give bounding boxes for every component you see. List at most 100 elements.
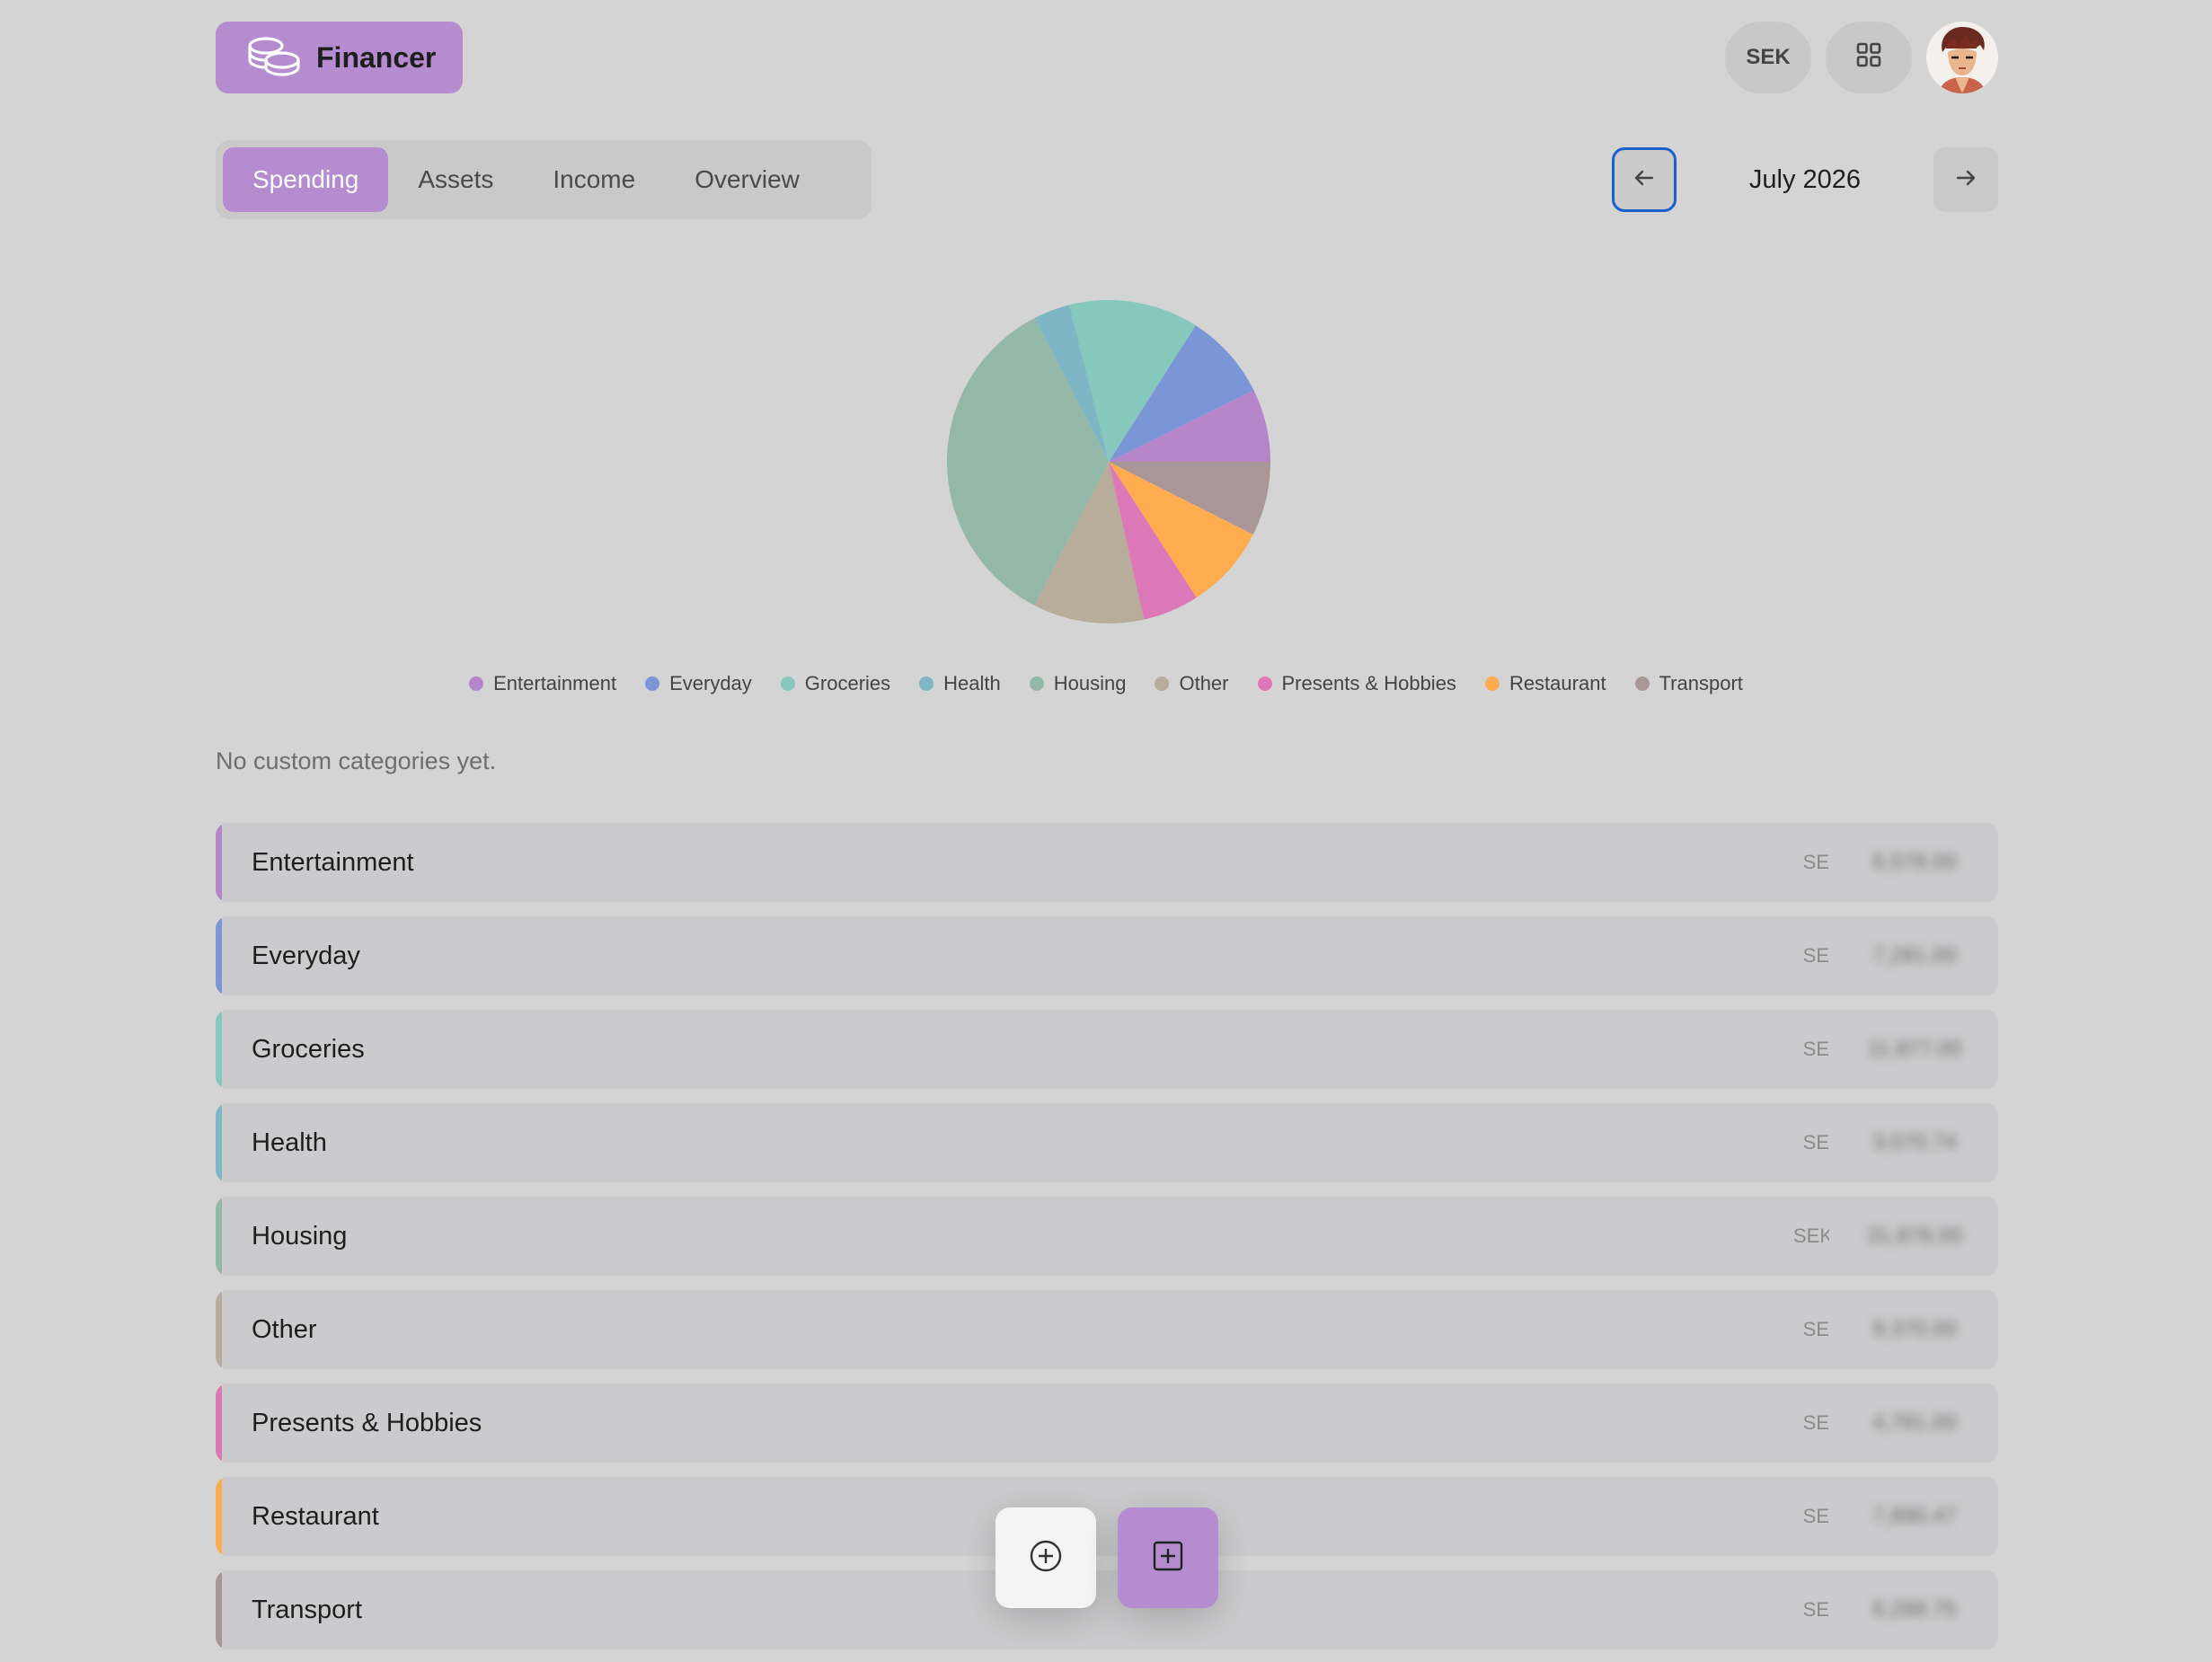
category-amount: SE 6,288.75	[1793, 1597, 1973, 1622]
amount-currency: SE	[1802, 1038, 1829, 1060]
coins-icon	[246, 35, 302, 81]
amount-value-blurred: 7,890.47	[1872, 1504, 1957, 1528]
category-name: Other	[252, 1314, 317, 1344]
amount-value-blurred: 6,578.00	[1872, 850, 1957, 874]
category-name: Health	[252, 1127, 327, 1157]
legend-item[interactable]: Presents & Hobbies	[1257, 672, 1456, 695]
category-color-bar	[216, 1477, 222, 1556]
category-color-bar	[216, 1010, 222, 1089]
legend-item[interactable]: Restaurant	[1484, 672, 1606, 695]
amount-currency: SE	[1802, 1318, 1829, 1340]
user-avatar[interactable]	[1926, 22, 1998, 93]
amount-currency: SE	[1802, 1411, 1829, 1434]
category-row[interactable]: Health SE 3,070.74	[216, 1103, 1998, 1182]
header-controls: SEK	[1725, 22, 1998, 93]
legend-label: Restaurant	[1509, 672, 1606, 694]
category-amount: SE 7,890.47	[1793, 1504, 1973, 1529]
arrow-left-icon	[1632, 165, 1657, 195]
add-transaction-button[interactable]	[995, 1507, 1096, 1608]
amount-value-blurred: 7,281.00	[1872, 943, 1957, 968]
amount-currency: SE	[1802, 1505, 1829, 1527]
plus-square-icon	[1150, 1538, 1186, 1578]
category-row[interactable]: Everyday SE 7,281.00	[216, 916, 1998, 995]
legend-label: Housing	[1053, 672, 1127, 694]
category-row[interactable]: Restaurant SE 7,890.47	[216, 1477, 1998, 1556]
legend-item[interactable]: Everyday	[645, 672, 752, 695]
next-month-button[interactable]	[1933, 147, 1998, 212]
category-row[interactable]: Presents & Hobbies SE 4,781.00	[216, 1384, 1998, 1463]
category-color-bar	[216, 1197, 222, 1276]
category-amount: SE 6,578.00	[1793, 850, 1973, 875]
category-name: Entertainment	[252, 847, 414, 877]
app-name: Financer	[316, 40, 437, 74]
amount-currency: SE	[1802, 944, 1829, 967]
tab-assets[interactable]: Assets	[388, 147, 523, 212]
apps-grid-button[interactable]	[1826, 22, 1912, 93]
legend-swatch	[1155, 676, 1170, 691]
tab-spending[interactable]: Spending	[223, 147, 389, 212]
category-amount: SE 9,370.00	[1793, 1317, 1973, 1342]
legend-label: Presents & Hobbies	[1281, 672, 1456, 694]
category-list: Entertainment SE 6,578.00 Everyday SE 7,281.0…	[216, 823, 1998, 1662]
add-category-button[interactable]	[1118, 1507, 1218, 1608]
legend-swatch	[645, 676, 660, 691]
legend-item[interactable]: Housing	[1029, 672, 1127, 695]
section-tabs: Spending Assets Income Overview	[216, 140, 872, 219]
legend-label: Entertainment	[493, 672, 617, 694]
category-amount: SE 3,070.74	[1793, 1130, 1973, 1155]
amount-currency: SEK	[1793, 1224, 1829, 1247]
legend-item[interactable]: Health	[919, 672, 1001, 695]
category-color-bar	[216, 1570, 222, 1649]
legend-label: Other	[1179, 672, 1229, 694]
category-color-bar	[216, 1384, 222, 1463]
category-row[interactable]: Housing SEK 31,876.00	[216, 1197, 1998, 1276]
legend-swatch	[919, 676, 934, 691]
spending-pie-chart	[947, 300, 1270, 623]
category-row[interactable]: Transport SE 6,288.75	[216, 1570, 1998, 1649]
legend-label: Health	[943, 672, 1001, 694]
legend-label: Groceries	[804, 672, 891, 694]
legend-swatch	[1257, 676, 1272, 691]
amount-value-blurred: 6,288.75	[1872, 1597, 1957, 1622]
legend-swatch	[1634, 676, 1650, 691]
category-amount: SE 11,877.00	[1793, 1037, 1973, 1062]
amount-value-blurred: 9,370.00	[1872, 1317, 1957, 1341]
chart-legend: Entertainment Everyday Groceries Health Hous…	[0, 672, 2212, 695]
previous-month-button[interactable]	[1612, 147, 1677, 212]
tab-overview[interactable]: Overview	[665, 147, 829, 212]
category-amount: SEK 31,876.00	[1793, 1224, 1973, 1249]
category-color-bar	[216, 823, 222, 902]
amount-value-blurred: 11,877.00	[1867, 1037, 1962, 1061]
category-row[interactable]: Entertainment SE 6,578.00	[216, 823, 1998, 902]
plus-circle-icon	[1028, 1538, 1064, 1578]
legend-item[interactable]: Transport	[1634, 672, 1743, 695]
legend-item[interactable]: Groceries	[780, 672, 891, 695]
category-amount: SE 7,281.00	[1793, 943, 1973, 968]
legend-swatch	[469, 676, 484, 691]
category-name: Housing	[252, 1221, 348, 1251]
no-custom-categories-text: No custom categories yet.	[216, 747, 497, 774]
amount-value-blurred: 31,876.00	[1866, 1224, 1963, 1248]
legend-item[interactable]: Other	[1155, 672, 1229, 695]
amount-value-blurred: 4,781.00	[1872, 1410, 1957, 1435]
legend-swatch	[1029, 676, 1044, 691]
category-name: Groceries	[252, 1034, 365, 1064]
category-row[interactable]: Groceries SE 11,877.00	[216, 1010, 1998, 1089]
legend-swatch	[1484, 676, 1500, 691]
arrow-right-icon	[1953, 165, 1978, 195]
tab-income[interactable]: Income	[523, 147, 665, 212]
amount-currency: SE	[1802, 1598, 1829, 1621]
category-color-bar	[216, 916, 222, 995]
legend-label: Everyday	[669, 672, 752, 694]
category-name: Presents & Hobbies	[252, 1408, 482, 1437]
currency-button[interactable]: SEK	[1725, 22, 1811, 93]
grid-icon	[1855, 41, 1882, 75]
app-logo-button[interactable]: Financer	[216, 22, 463, 93]
legend-item[interactable]: Entertainment	[469, 672, 616, 695]
category-row[interactable]: Other SE 9,370.00	[216, 1290, 1998, 1369]
amount-value-blurred: 3,070.74	[1872, 1130, 1957, 1154]
category-amount: SE 4,781.00	[1793, 1410, 1973, 1436]
month-navigation: July 2026	[1612, 147, 1998, 212]
legend-swatch	[780, 676, 795, 691]
amount-currency: SE	[1802, 1131, 1829, 1154]
